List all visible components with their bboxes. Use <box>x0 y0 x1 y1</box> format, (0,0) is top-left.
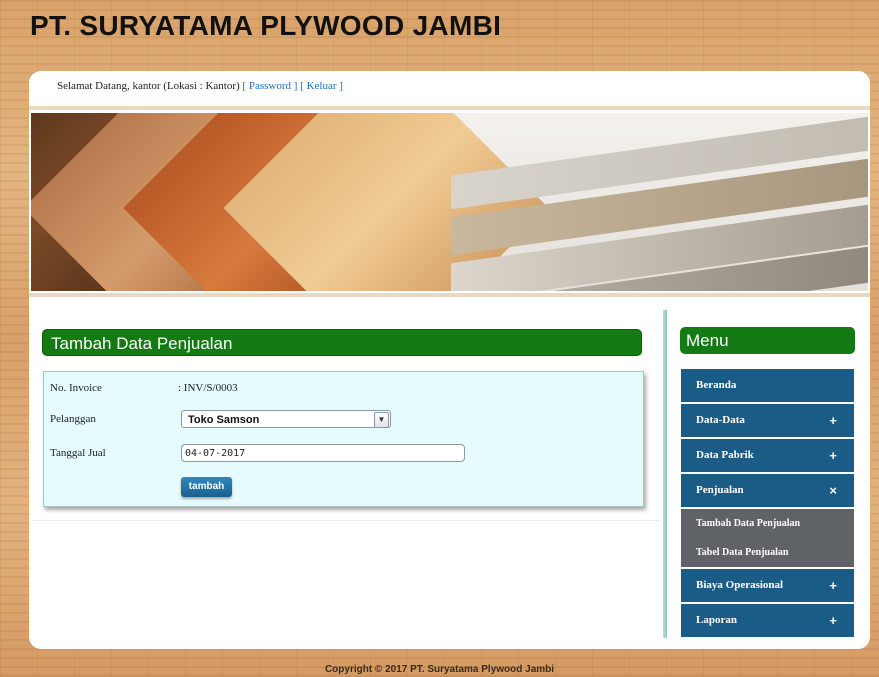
expand-plus-icon: + <box>829 613 837 628</box>
content-divider <box>32 520 660 521</box>
welcome-text: Selamat Datang, kantor (Lokasi : Kantor) <box>57 80 240 92</box>
welcome-bar: Selamat Datang, kantor (Lokasi : Kantor)… <box>57 80 343 92</box>
menu-title: Menu <box>680 327 855 354</box>
invoice-label: No. Invoice <box>50 382 102 394</box>
banner-divider <box>29 293 870 297</box>
submenu-item-tabel-data-penjualan[interactable]: Tabel Data Penjualan <box>681 538 854 567</box>
footer-copyright: Copyright © 2017 PT. Suryatama Plywood J… <box>324 664 555 675</box>
menu-item-penjualan[interactable]: Penjualan × <box>681 474 854 507</box>
invoice-value: : INV/S/0003 <box>178 382 238 394</box>
customer-label: Pelanggan <box>50 413 96 425</box>
logout-link[interactable]: [ Keluar ] <box>300 80 343 92</box>
chevron-down-icon[interactable]: ▼ <box>374 412 389 428</box>
expand-plus-icon: + <box>829 578 837 593</box>
add-sale-form: No. Invoice : INV/S/0003 Pelanggan Toko … <box>43 371 644 507</box>
customer-selected-value: Toko Samson <box>188 414 260 426</box>
add-button[interactable]: tambah <box>181 477 232 497</box>
date-label: Tanggal Jual <box>50 447 106 459</box>
menu-item-laporan[interactable]: Laporan + <box>681 604 854 637</box>
expand-plus-icon: + <box>829 448 837 463</box>
site-title: PT. SURYATAMA PLYWOOD JAMBI <box>30 10 502 41</box>
page-title: Tambah Data Penjualan <box>42 329 642 356</box>
expand-plus-icon: + <box>829 413 837 428</box>
customer-select[interactable]: Toko Samson ▼ <box>181 410 391 428</box>
menu-item-beranda[interactable]: Beranda <box>681 369 854 402</box>
menu-item-data-data[interactable]: Data-Data + <box>681 404 854 437</box>
menu-item-data-pabrik[interactable]: Data Pabrik + <box>681 439 854 472</box>
submenu-item-tambah-data-penjualan[interactable]: Tambah Data Penjualan <box>681 509 854 538</box>
password-link[interactable]: [ Password ] <box>242 80 297 92</box>
header-divider <box>29 106 870 110</box>
column-divider <box>663 310 667 638</box>
collapse-x-icon: × <box>829 483 837 498</box>
penjualan-submenu: Tambah Data Penjualan Tabel Data Penjual… <box>681 509 854 567</box>
menu-item-biaya-operasional[interactable]: Biaya Operasional + <box>681 569 854 602</box>
sidebar-menu: Beranda Data-Data + Data Pabrik + Penjua… <box>681 369 854 639</box>
plywood-banner-image <box>31 113 868 291</box>
sale-date-input[interactable]: 04-07-2017 <box>181 444 465 462</box>
